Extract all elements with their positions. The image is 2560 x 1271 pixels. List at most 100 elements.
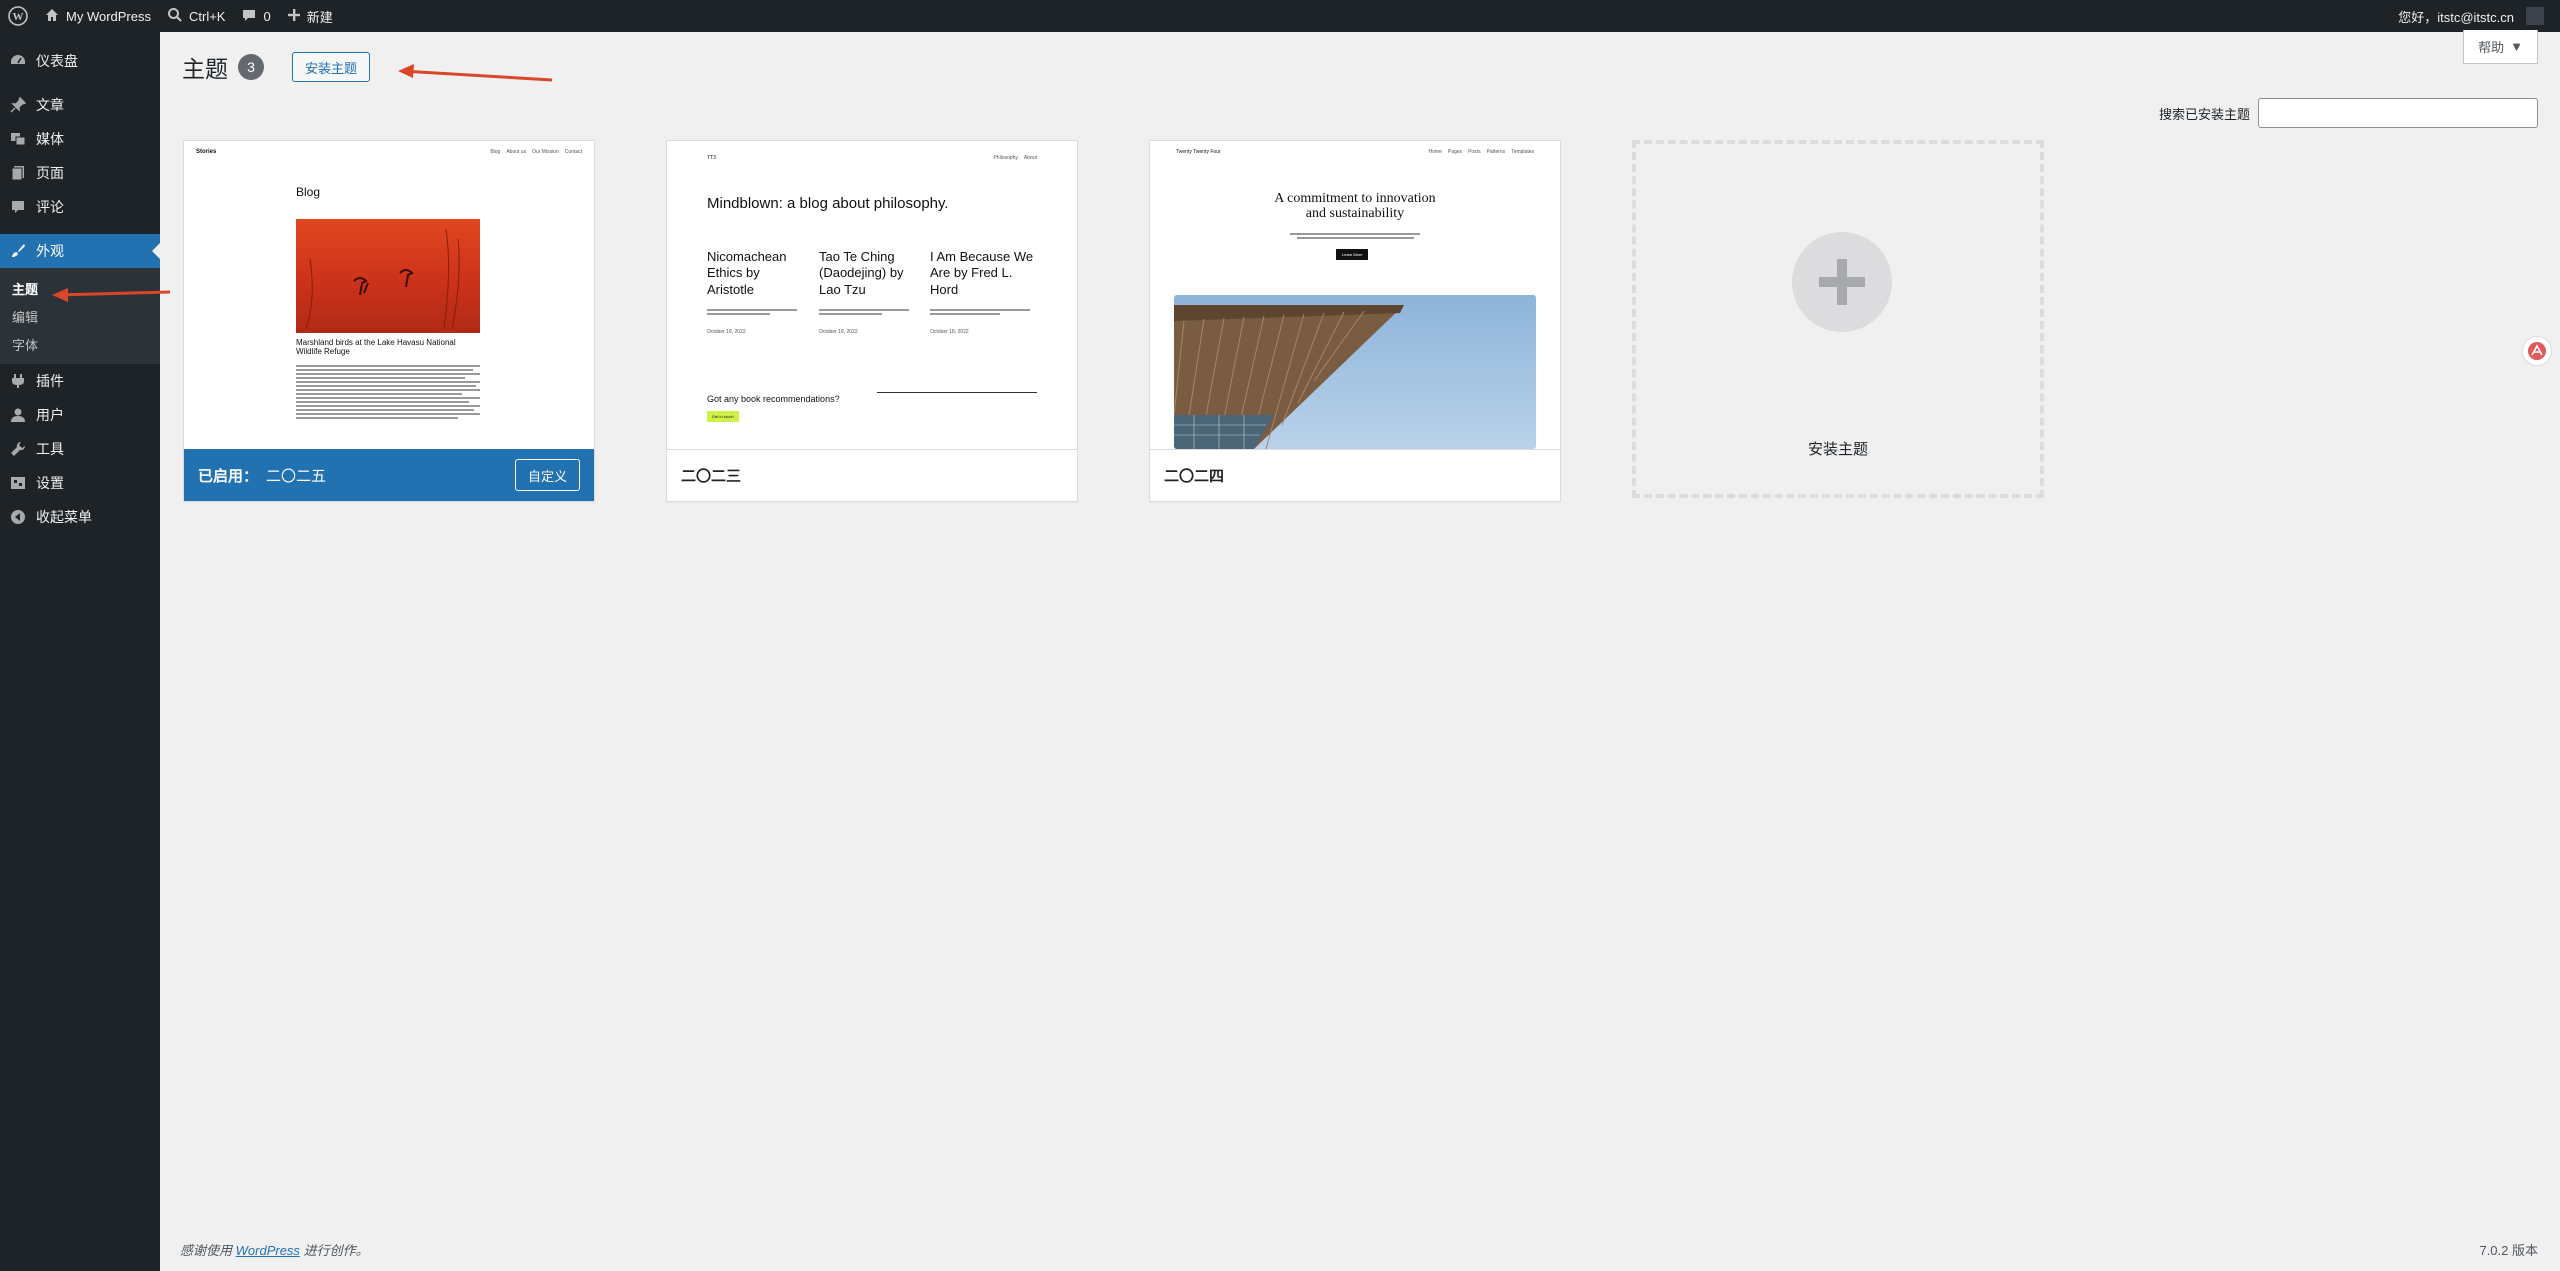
menu-label: 收起菜单	[36, 509, 92, 525]
preview-excerpt	[930, 307, 1030, 315]
preview-post-title: Tao Te Ching (Daodejing) by Lao Tzu	[819, 249, 904, 297]
search-icon	[167, 7, 183, 26]
wordpress-logo-icon[interactable]: W	[0, 0, 36, 32]
theme-count-badge: 3	[238, 54, 264, 80]
preview-heading-line: and sustainability	[1305, 206, 1405, 222]
theme-name-bar: 二〇二四	[1150, 449, 1560, 501]
floating-widget-icon[interactable]	[2522, 336, 2552, 366]
caret-down-icon: ▼	[2510, 39, 2523, 54]
avatar	[2526, 7, 2544, 25]
theme-card-active[interactable]: Stories Blog About us Our Mission Contac…	[183, 140, 595, 502]
appearance-submenu: 主题 编辑 字体	[0, 268, 160, 364]
preview-nav-item: Our Mission	[532, 149, 559, 155]
wrench-icon	[10, 441, 26, 457]
new-content-link[interactable]: 新建	[279, 0, 341, 32]
install-theme-button[interactable]: 安装主题	[292, 52, 371, 82]
preview-nav-item: Philosophy	[993, 155, 1018, 161]
shortcut-label: Ctrl+K	[189, 8, 226, 24]
preview-button: Learn More	[1336, 249, 1369, 260]
search-input[interactable]	[2258, 98, 2538, 128]
preview-bird-image	[296, 219, 480, 333]
theme-screenshot[interactable]: Twenty Twenty Four Home Pages Posts Patt…	[1150, 141, 1560, 449]
preview-nav-item: Contact	[564, 149, 582, 155]
footer-thanks: 感谢使用 WordPress 进行创作。	[180, 1240, 369, 1259]
theme-screenshot[interactable]: Stories Blog About us Our Mission Contac…	[184, 141, 594, 449]
preview-building-image	[1174, 295, 1536, 449]
menu-label: 设置	[36, 475, 64, 491]
active-theme-label: 已启用： 二〇二五	[198, 465, 326, 486]
preview-nav-item: Patterns	[1486, 149, 1506, 155]
footer-suffix: 进行创作。	[303, 1243, 369, 1258]
plus-icon	[1792, 232, 1892, 332]
theme-card[interactable]: Twenty Twenty Four Home Pages Posts Patt…	[1149, 140, 1561, 502]
menu-media[interactable]: 媒体	[0, 122, 160, 156]
preview-date: October 18, 2022	[930, 329, 969, 335]
help-label: 帮助	[2478, 40, 2505, 55]
preview-post-title: Nicomachean Ethics by Aristotle	[707, 249, 787, 297]
menu-dashboard[interactable]: 仪表盘	[0, 44, 160, 78]
preview-site-title: Twenty Twenty Four	[1176, 149, 1221, 155]
theme-name: 二〇二五	[266, 467, 327, 485]
comment-icon	[241, 7, 257, 26]
wordpress-link[interactable]: WordPress	[236, 1243, 300, 1258]
home-icon	[44, 7, 60, 26]
footer-prefix: 感谢使用	[180, 1243, 233, 1258]
preview-nav-item: Blog	[490, 149, 501, 155]
preview-site-title: TT3	[707, 155, 716, 161]
menu-comments[interactable]: 评论	[0, 190, 160, 224]
plugin-icon	[10, 373, 26, 389]
preview-cta-button: Get in touch	[707, 411, 739, 422]
menu-plugins[interactable]: 插件	[0, 364, 160, 398]
submenu-editor[interactable]: 编辑	[0, 302, 160, 330]
theme-name-bar: 已启用： 二〇二五 自定义	[184, 449, 594, 501]
main-content: 主题 3 安装主题 帮助 ▼ 搜索已安装主题 Stories Blog Abou…	[160, 30, 2560, 1271]
add-new-theme-label: 安装主题	[1807, 441, 1868, 458]
svg-text:W: W	[13, 11, 24, 23]
theme-screenshot[interactable]: TT3 Philosophy About Mindblown: a blog a…	[667, 141, 1077, 449]
preview-site-title: Stories	[196, 149, 217, 155]
help-tab-button[interactable]: 帮助 ▼	[2463, 30, 2538, 64]
menu-label: 页面	[36, 165, 64, 181]
my-account-link[interactable]: 您好，itstc@itstc.cn	[2390, 0, 2552, 32]
site-name: My WordPress	[66, 8, 151, 24]
preview-nav: Philosophy About	[993, 155, 1037, 161]
customize-button[interactable]: 自定义	[514, 459, 580, 491]
theme-name: 二〇二三	[681, 468, 742, 485]
preview-nav-item: Posts	[1468, 149, 1481, 155]
menu-collapse[interactable]: 收起菜单	[0, 500, 160, 534]
preview-divider	[877, 392, 1037, 393]
menu-settings[interactable]: 设置	[0, 466, 160, 500]
admin-bar: W My WordPress Ctrl+K 0 新建 您好，itstc@itst…	[0, 0, 2560, 32]
add-new-theme-tile[interactable]: 安装主题	[1632, 140, 2044, 498]
preview-body-lines	[296, 363, 480, 421]
menu-posts[interactable]: 文章	[0, 88, 160, 122]
theme-name: 二〇二四	[1164, 468, 1225, 485]
theme-search: 搜索已安装主题	[2159, 98, 2538, 128]
preview-excerpt	[819, 307, 909, 315]
theme-card[interactable]: TT3 Philosophy About Mindblown: a blog a…	[666, 140, 1078, 502]
preview-nav-item: Home	[1428, 149, 1442, 155]
preview-nav: Home Pages Posts Patterns Templates	[1429, 149, 1534, 155]
active-prefix: 已启用：	[198, 467, 259, 485]
collapse-icon	[10, 509, 26, 525]
preview-excerpt	[707, 307, 797, 315]
dashboard-icon	[10, 53, 26, 69]
menu-pages[interactable]: 页面	[0, 156, 160, 190]
page-icon	[10, 165, 26, 181]
preview-heading: Blog	[296, 185, 321, 199]
site-name-link[interactable]: My WordPress	[36, 0, 159, 32]
preview-date: October 18, 2022	[707, 329, 746, 335]
submenu-fonts[interactable]: 字体	[0, 330, 160, 358]
menu-tools[interactable]: 工具	[0, 432, 160, 466]
plus-icon	[287, 8, 301, 25]
settings-icon	[10, 475, 26, 491]
submenu-themes[interactable]: 主题	[0, 274, 160, 302]
menu-label: 工具	[36, 441, 64, 457]
menu-users[interactable]: 用户	[0, 398, 160, 432]
command-palette-link[interactable]: Ctrl+K	[159, 0, 233, 32]
menu-appearance[interactable]: 外观	[0, 234, 160, 268]
media-icon	[10, 131, 26, 147]
menu-label: 用户	[36, 407, 64, 423]
comments-link[interactable]: 0	[233, 0, 278, 32]
preview-nav-item: Pages	[1447, 149, 1463, 155]
